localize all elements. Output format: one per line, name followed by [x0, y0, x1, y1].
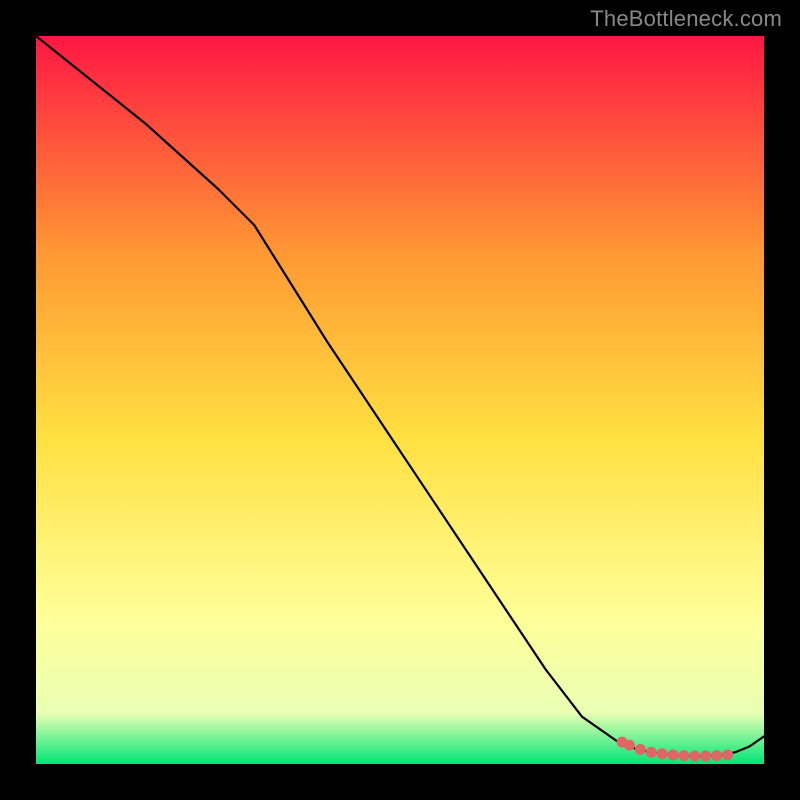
valley-marker — [657, 748, 668, 759]
valley-marker — [711, 750, 722, 761]
valley-marker — [689, 750, 700, 761]
plot-area — [36, 36, 764, 764]
valley-marker — [646, 747, 657, 758]
watermark-label: TheBottleneck.com — [590, 6, 782, 32]
chart-stage: TheBottleneck.com — [0, 0, 800, 800]
valley-marker — [678, 750, 689, 761]
valley-marker — [635, 744, 646, 755]
valley-marker — [668, 749, 679, 760]
valley-marker — [624, 740, 635, 751]
valley-marker — [722, 749, 733, 760]
chart-svg — [36, 36, 764, 764]
valley-marker — [700, 750, 711, 761]
gradient-bg — [36, 36, 764, 764]
